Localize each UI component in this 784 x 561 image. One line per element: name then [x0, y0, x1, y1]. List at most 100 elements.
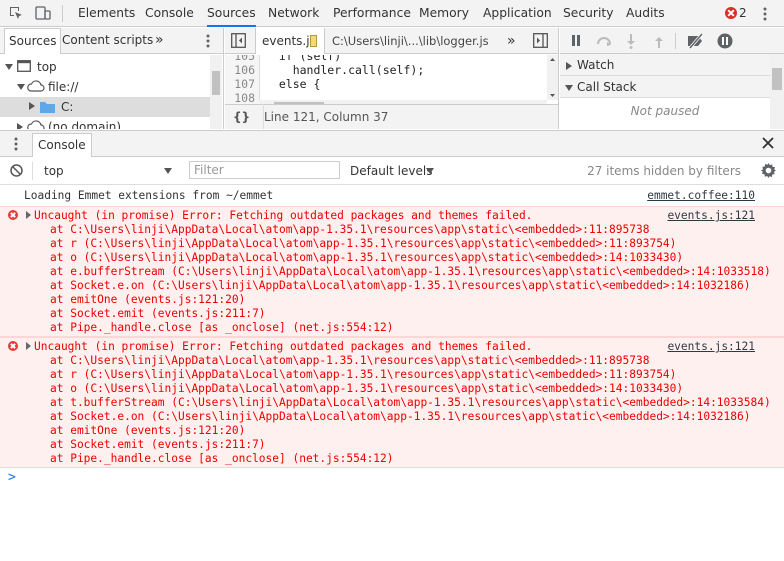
tab-console[interactable]: Console: [145, 0, 194, 26]
console-input[interactable]: [24, 468, 764, 488]
tree-item-top[interactable]: top: [0, 57, 210, 77]
clear-console-icon[interactable]: [10, 164, 23, 177]
console-settings-gear-icon[interactable]: [761, 163, 776, 178]
navigator-scrollbar[interactable]: [210, 55, 222, 129]
stack-frame: at Socket.e.on (C:\Users\linji\AppData\L…: [50, 279, 751, 292]
code-line: handler.call(self);: [265, 63, 425, 77]
drawer-tab-bar: Console: [0, 130, 784, 157]
tab-audits[interactable]: Audits: [626, 0, 665, 26]
source-link[interactable]: emmet.coffee:110: [647, 189, 755, 203]
dropdown-arrow-icon: [164, 168, 172, 174]
console-message-error: Uncaught (in promise) Error: Fetching ou…: [0, 206, 784, 337]
error-icon: [8, 210, 18, 220]
console-message-error: Uncaught (in promise) Error: Fetching ou…: [0, 337, 784, 468]
stack-frame: at o (C:\Users\linji\AppData\Local\atom\…: [50, 382, 684, 395]
expand-arrow-icon[interactable]: [5, 64, 13, 70]
step-into-icon[interactable]: [626, 33, 636, 49]
tree-item-c-drive[interactable]: C:: [0, 97, 210, 117]
more-files-icon[interactable]: »: [507, 28, 516, 54]
hidden-items-info: 27 items hidden by filters: [587, 164, 741, 178]
message-text: Uncaught (in promise) Error: Fetching ou…: [34, 209, 533, 222]
tab-network[interactable]: Network: [268, 0, 319, 26]
cloud-icon: [27, 120, 45, 129]
callstack-label: Call Stack: [577, 80, 637, 94]
navigator-menu-icon[interactable]: [205, 33, 211, 49]
message-text: Loading Emmet extensions from ~/emmet: [24, 189, 274, 202]
stack-frame: at e.bufferStream (C:\Users\linji\AppDat…: [50, 265, 771, 278]
drawer-tab-console[interactable]: Console: [32, 133, 92, 157]
debugger-scrollbar[interactable]: [770, 54, 784, 129]
callstack-section-header[interactable]: Call Stack: [560, 76, 770, 98]
toggle-navigator-icon[interactable]: [231, 33, 246, 48]
collapsed-arrow-icon[interactable]: [17, 123, 23, 129]
file-modified-icon: [310, 35, 317, 47]
watch-section-header[interactable]: Watch: [560, 54, 770, 76]
log-levels-dropdown[interactable]: Default levels: [350, 162, 440, 180]
tab-memory[interactable]: Memory: [419, 0, 469, 26]
tab-performance[interactable]: Performance: [333, 0, 411, 26]
tree-label: C:: [61, 100, 74, 114]
message-text: Uncaught (in promise) Error: Fetching ou…: [34, 340, 533, 353]
toolbar-divider: [32, 162, 33, 180]
tree-item-file[interactable]: file://: [0, 77, 210, 97]
drawer-menu-icon[interactable]: [13, 136, 19, 152]
tab-security[interactable]: Security: [563, 0, 614, 26]
editor-status-bar: {} Line 121, Column 37: [225, 104, 558, 129]
folder-icon: [40, 101, 55, 113]
watch-label: Watch: [577, 58, 615, 72]
source-link[interactable]: events.js:121: [667, 209, 755, 223]
expand-arrow-icon[interactable]: [26, 211, 31, 219]
tab-elements[interactable]: Elements: [78, 0, 135, 26]
editor-tab-logger[interactable]: C:\Users\linji\...\lib\logger.js: [332, 28, 489, 54]
stack-frame: at r (C:\Users\linji\AppData\Local\atom\…: [50, 368, 677, 381]
navigator-pane: Sources Content scripts » top file:// C:…: [0, 28, 224, 129]
context-label: top: [44, 164, 64, 178]
step-out-icon[interactable]: [654, 33, 664, 49]
scroll-thumb[interactable]: [212, 71, 220, 95]
inspect-element-icon[interactable]: [8, 5, 24, 21]
expand-arrow-icon[interactable]: [17, 84, 25, 90]
tab-sources[interactable]: Sources: [207, 0, 256, 27]
device-toolbar-icon[interactable]: [35, 5, 51, 21]
code-line: if (self): [265, 55, 342, 63]
context-selector[interactable]: top: [42, 162, 176, 180]
line-number: 105: [234, 55, 255, 63]
error-count[interactable]: 2: [739, 0, 747, 26]
collapsed-arrow-icon[interactable]: [29, 102, 35, 110]
close-drawer-icon[interactable]: [762, 137, 774, 149]
tab-content-scripts[interactable]: Content scripts: [62, 28, 153, 53]
pause-on-exceptions-icon[interactable]: [717, 33, 733, 49]
toggle-debugger-icon[interactable]: [533, 33, 548, 48]
pause-icon[interactable]: [571, 35, 581, 46]
step-over-icon[interactable]: [596, 35, 612, 47]
editor-vscroll[interactable]: [547, 55, 558, 100]
editor-tab-label: events.js: [262, 34, 316, 48]
cloud-icon: [27, 80, 45, 92]
tab-application[interactable]: Application: [483, 0, 552, 26]
error-count-icon[interactable]: [725, 7, 737, 19]
tree-label: top: [37, 60, 57, 74]
tab-navigator-sources[interactable]: Sources: [4, 28, 62, 54]
stack-frame: at Socket.emit (events.js:211:7): [50, 307, 266, 320]
collapsed-arrow-icon: [566, 62, 572, 70]
navigator-tabs: Sources Content scripts »: [0, 28, 223, 54]
pretty-print-icon[interactable]: {}: [233, 105, 250, 129]
stack-frame: at Socket.emit (events.js:211:7): [50, 438, 266, 451]
cursor-position: Line 121, Column 37: [264, 110, 389, 124]
more-tabs-icon[interactable]: »: [155, 28, 164, 53]
filter-input[interactable]: [189, 161, 340, 179]
tree-item-no-domain[interactable]: (no domain): [0, 117, 210, 129]
console-toolbar: top Default levels 27 items hidden by fi…: [0, 157, 784, 185]
expand-arrow-icon[interactable]: [26, 342, 31, 350]
console-prompt-icon[interactable]: >: [8, 470, 16, 485]
deactivate-breakpoints-icon[interactable]: [687, 33, 705, 49]
editor-pane: events.js C:\Users\linji\...\lib\logger.…: [225, 28, 559, 129]
stack-frame: at C:\Users\linji\AppData\Local\atom\app…: [50, 354, 650, 367]
source-link[interactable]: events.js:121: [667, 340, 755, 354]
stack-frame: at C:\Users\linji\AppData\Local\atom\app…: [50, 223, 650, 236]
file-tree: top file:// C: (no domain): [0, 55, 223, 129]
customize-menu-icon[interactable]: [762, 6, 768, 22]
editor-tab-events[interactable]: events.js: [255, 28, 325, 54]
stack-frame: at Pipe._handle.close [as _onclose] (net…: [50, 452, 394, 465]
scroll-thumb[interactable]: [772, 68, 782, 90]
